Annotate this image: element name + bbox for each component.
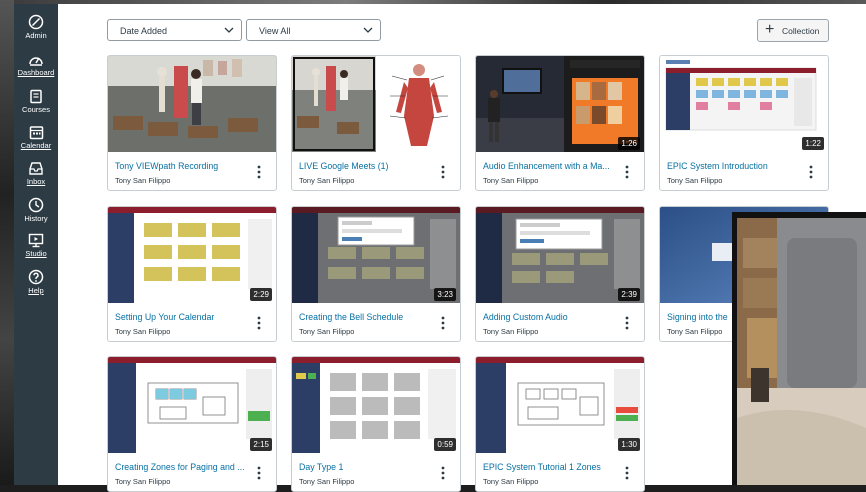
video-duration: 2:29 (250, 288, 272, 301)
video-card[interactable]: LIVE Google Meets (1) Tony San Filippo (291, 55, 461, 191)
speedometer-icon (29, 57, 43, 66)
more-options-icon[interactable] (438, 465, 448, 481)
inbox-icon (29, 162, 43, 175)
nav-admin-label: Admin (25, 31, 47, 40)
add-collection-label: Collection (782, 26, 820, 36)
video-thumbnail[interactable] (108, 56, 276, 152)
webcam-feed (737, 218, 866, 485)
clock-icon (28, 197, 44, 213)
video-author: Tony San Filippo (115, 176, 171, 185)
nav-history[interactable]: History (14, 197, 58, 223)
chevron-down-icon (363, 27, 373, 33)
nav-dashboard[interactable]: Dashboard (14, 53, 58, 77)
nav-courses-label: Courses (22, 105, 50, 114)
video-title[interactable]: Creating Zones for Paging and ... (115, 462, 255, 472)
video-author: Tony San Filippo (667, 327, 723, 336)
add-collection-button[interactable]: + Collection (757, 19, 829, 42)
video-thumbnail[interactable] (292, 56, 460, 152)
book-icon (30, 89, 42, 104)
video-card[interactable]: 2:29 Setting Up Your Calendar Tony San F… (107, 206, 277, 342)
nav-inbox[interactable]: Inbox (14, 161, 58, 186)
more-options-icon[interactable] (622, 315, 632, 331)
video-duration: 0:59 (434, 438, 456, 451)
video-title[interactable]: Day Type 1 (299, 462, 439, 472)
plus-icon: + (765, 21, 775, 38)
nav-courses[interactable]: Courses (14, 89, 58, 114)
video-duration: 1:22 (802, 137, 824, 150)
nav-studio[interactable]: Studio (14, 233, 58, 258)
more-options-icon[interactable] (622, 465, 632, 481)
video-title[interactable]: Setting Up Your Calendar (115, 312, 255, 322)
filter-select[interactable]: View All (246, 19, 381, 41)
video-title[interactable]: Tony VIEWpath Recording (115, 161, 255, 171)
shield-icon (28, 14, 44, 30)
background-video-edge (0, 0, 14, 485)
video-card[interactable]: 1:26 Audio Enhancement with a Ma... Tony… (475, 55, 645, 191)
more-options-icon[interactable] (254, 164, 264, 180)
nav-calendar[interactable]: Calendar (14, 125, 58, 150)
video-card[interactable]: Tony VIEWpath Recording Tony San Filippo (107, 55, 277, 191)
nav-history-label: History (24, 214, 48, 223)
video-card[interactable]: 1:22 EPIC System Introduction Tony San F… (659, 55, 829, 191)
video-author: Tony San Filippo (299, 176, 355, 185)
more-options-icon[interactable] (254, 465, 264, 481)
video-title[interactable]: EPIC System Tutorial 1 Zones (483, 462, 623, 472)
nav-studio-label: Studio (25, 249, 47, 258)
video-author: Tony San Filippo (115, 327, 171, 336)
sort-select[interactable]: Date Added (107, 19, 242, 41)
more-options-icon[interactable] (438, 164, 448, 180)
question-icon (28, 269, 44, 285)
studio-icon (28, 233, 44, 248)
video-duration: 2:39 (618, 288, 640, 301)
more-options-icon[interactable] (254, 315, 264, 331)
video-card[interactable]: 1:30 EPIC System Tutorial 1 Zones Tony S… (475, 356, 645, 492)
video-duration: 1:30 (618, 438, 640, 451)
video-card[interactable]: 2:15 Creating Zones for Paging and ... T… (107, 356, 277, 492)
video-card[interactable]: 3:23 Creating the Bell Schedule Tony San… (291, 206, 461, 342)
more-options-icon[interactable] (806, 164, 816, 180)
webcam-overlay (732, 212, 866, 485)
nav-help-label: Help (28, 286, 44, 295)
nav-admin[interactable]: Admin (14, 14, 58, 40)
sort-select-value: Date Added (120, 26, 168, 36)
nav-help[interactable]: Help (14, 269, 58, 295)
video-card[interactable]: 0:59 Day Type 1 Tony San Filippo (291, 356, 461, 492)
video-author: Tony San Filippo (667, 176, 723, 185)
chevron-down-icon (224, 27, 234, 33)
more-options-icon[interactable] (622, 164, 632, 180)
calendar-icon (29, 126, 43, 140)
nav-inbox-label: Inbox (26, 177, 46, 186)
video-duration: 3:23 (434, 288, 456, 301)
video-duration: 1:26 (618, 137, 640, 150)
nav-dashboard-label: Dashboard (17, 68, 55, 77)
video-author: Tony San Filippo (299, 327, 355, 336)
filter-select-value: View All (259, 26, 291, 36)
video-duration: 2:15 (250, 438, 272, 451)
video-author: Tony San Filippo (483, 176, 539, 185)
global-navigation: Admin Dashboard Courses Calendar Inbox H… (14, 4, 58, 485)
nav-calendar-label: Calendar (20, 141, 52, 150)
video-title[interactable]: LIVE Google Meets (1) (299, 161, 439, 171)
video-author: Tony San Filippo (483, 327, 539, 336)
video-title[interactable]: Adding Custom Audio (483, 312, 623, 322)
video-card[interactable]: 2:39 Adding Custom Audio Tony San Filipp… (475, 206, 645, 342)
video-title[interactable]: EPIC System Introduction (667, 161, 807, 171)
video-title[interactable]: Audio Enhancement with a Ma... (483, 161, 623, 171)
more-options-icon[interactable] (438, 315, 448, 331)
video-title[interactable]: Creating the Bell Schedule (299, 312, 439, 322)
